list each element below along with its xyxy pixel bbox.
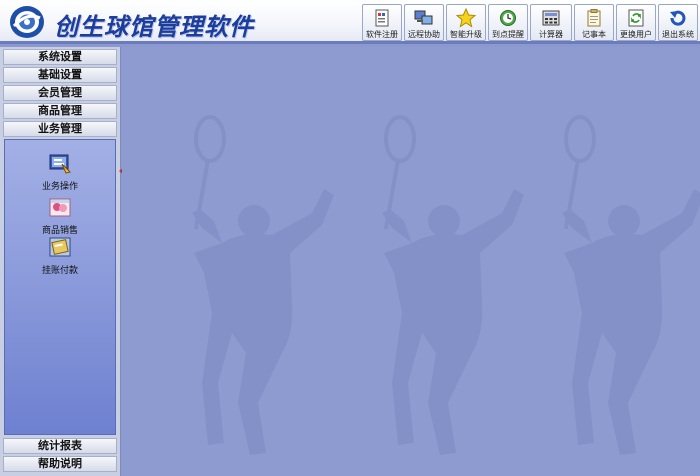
panel-item-label: 商品销售 <box>41 226 78 236</box>
panel-item-label: 业务操作 <box>41 182 78 192</box>
menu-statistics-reports[interactable]: 统计报表 <box>3 438 117 454</box>
panel-item-label: 挂账付款 <box>41 266 78 276</box>
panel-item-credit-payment[interactable]: 挂账付款 <box>5 236 115 276</box>
remote-assist-button[interactable]: 远程协助 <box>404 4 444 41</box>
badminton-player-watermark-icon <box>192 115 334 455</box>
calculator-icon <box>541 8 561 28</box>
toolbar-label: 更换用户 <box>620 30 652 39</box>
toolbar-label: 到点提醒 <box>492 30 524 39</box>
app-logo-icon <box>10 6 44 38</box>
software-register-button[interactable]: 软件注册 <box>362 4 402 41</box>
menu-goods-management[interactable]: 商品管理 <box>3 103 117 119</box>
panel-item-business-operation[interactable]: 业务操作 <box>5 152 115 192</box>
star-upgrade-icon <box>456 8 476 28</box>
toolbar-label: 计算器 <box>539 30 563 39</box>
badminton-player-watermark-icon <box>562 115 700 455</box>
menu-system-settings[interactable]: 系统设置 <box>3 49 117 65</box>
toolbar-label: 退出系统 <box>662 30 694 39</box>
toolbar-label: 远程协助 <box>408 30 440 39</box>
badminton-player-watermark-icon <box>382 115 524 455</box>
register-icon <box>372 8 392 28</box>
exit-icon <box>668 8 688 28</box>
smart-upgrade-button[interactable]: 智能升级 <box>446 4 486 41</box>
switch-user-icon <box>626 8 646 28</box>
calculator-button[interactable]: 计算器 <box>530 4 572 41</box>
alarm-reminder-button[interactable]: 到点提醒 <box>488 4 528 41</box>
notepad-button[interactable]: 记事本 <box>574 4 614 41</box>
toolbar: 软件注册 远程协助 智能升级 到点提醒 计算器 记事本 更换用户 退出系统 <box>362 4 698 42</box>
alarm-clock-icon <box>498 8 518 28</box>
exit-system-button[interactable]: 退出系统 <box>658 4 698 41</box>
toolbar-label: 智能升级 <box>450 30 482 39</box>
business-operation-icon <box>49 154 71 174</box>
toolbar-label: 软件注册 <box>366 30 398 39</box>
menu-help[interactable]: 帮助说明 <box>3 456 117 472</box>
goods-sales-icon <box>49 198 71 217</box>
app-title: 创生球馆管理软件 <box>54 13 254 41</box>
header-bar: 创生球馆管理软件 软件注册 远程协助 智能升级 到点提醒 计算器 记事本 更换用… <box>0 0 700 44</box>
menu-business-management[interactable]: 业务管理 <box>3 121 117 137</box>
switch-user-button[interactable]: 更换用户 <box>616 4 656 41</box>
menu-basic-settings[interactable]: 基础设置 <box>3 67 117 83</box>
sidebar: 系统设置 基础设置 会员管理 商品管理 业务管理 业务操作 商品销售 挂账付款 … <box>0 47 121 476</box>
menu-member-management[interactable]: 会员管理 <box>3 85 117 101</box>
remote-assist-icon <box>414 8 434 28</box>
main-workspace <box>122 47 700 476</box>
toolbar-label: 记事本 <box>582 30 606 39</box>
panel-item-goods-sales[interactable]: 商品销售 <box>5 196 115 236</box>
business-panel: 业务操作 商品销售 挂账付款 <box>4 139 116 435</box>
notepad-icon <box>584 8 604 28</box>
credit-payment-icon <box>49 237 71 257</box>
